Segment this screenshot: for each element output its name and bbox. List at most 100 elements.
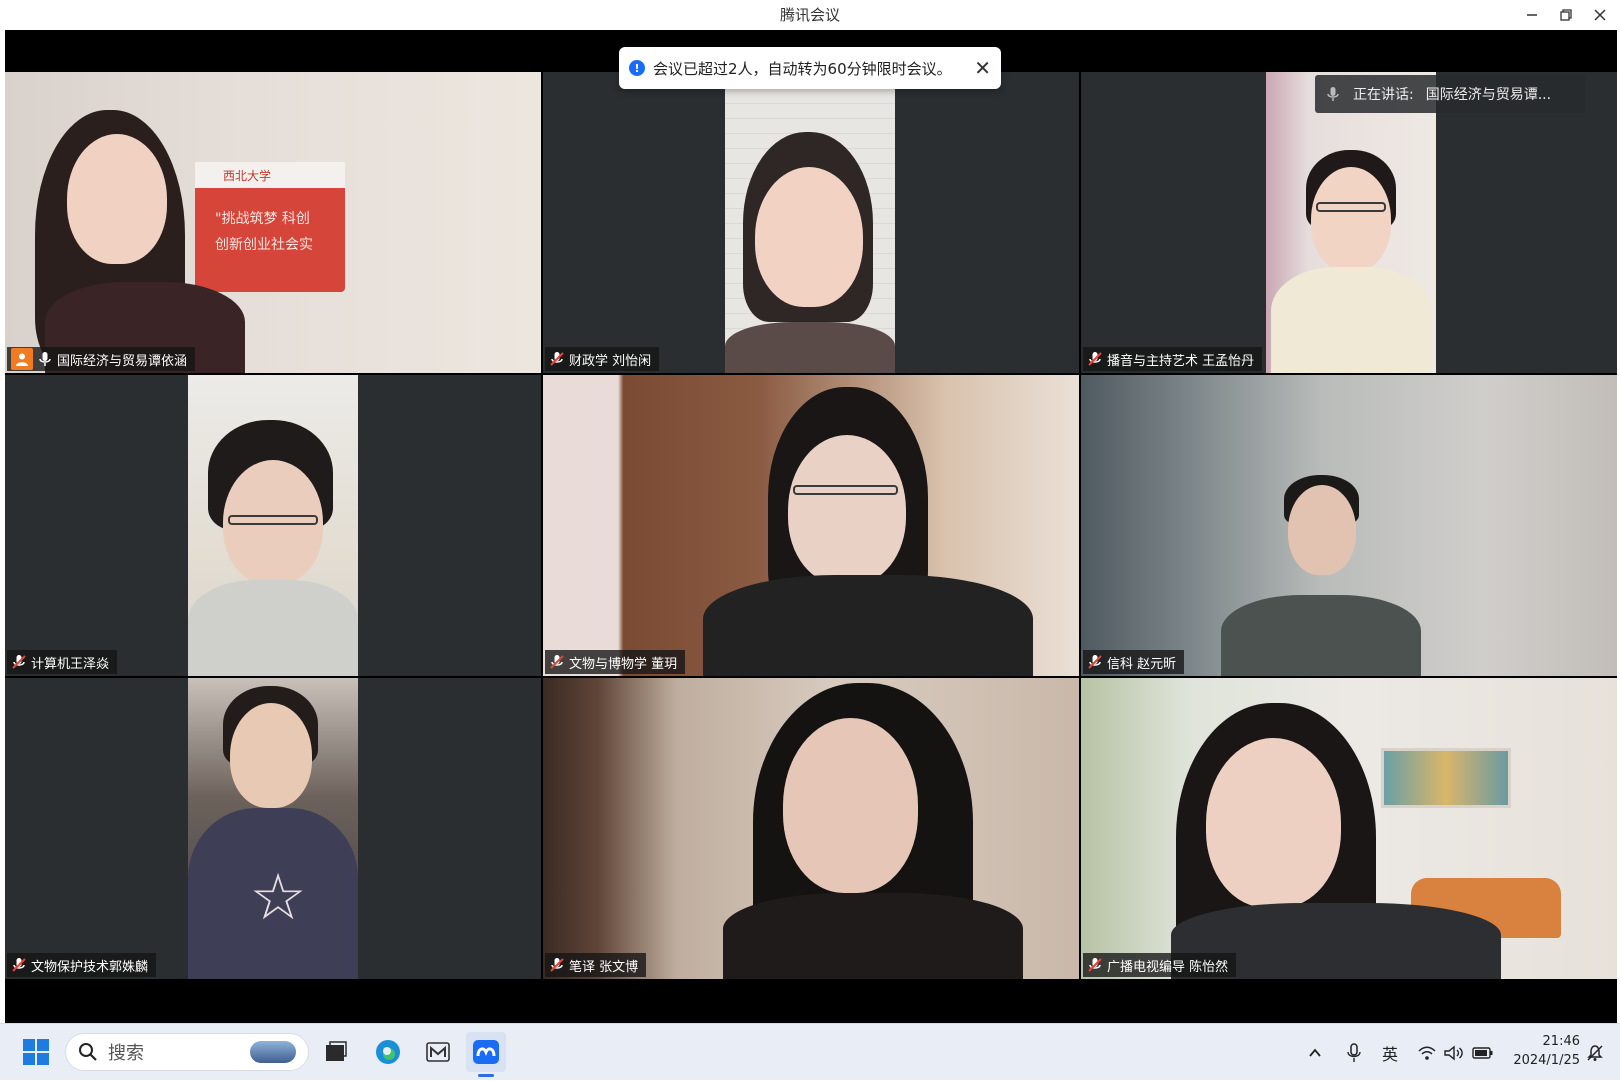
star-print-icon: ☆ <box>249 861 307 935</box>
participant-name: 计算机王泽焱 <box>31 656 110 672</box>
participant-video <box>1081 678 1617 979</box>
windows-taskbar: 搜索 英 21:46 2024/1/25 <box>0 1023 1620 1080</box>
minimize-button[interactable] <box>1515 2 1549 28</box>
search-icon <box>79 1043 97 1061</box>
meeting-limit-notification: ! 会议已超过2人，自动转为60分钟限时会议。 ✕ <box>619 47 1001 89</box>
face-shape <box>783 718 918 893</box>
banner-image: 西北大学 "挑战筑梦 科创 创新创业社会实 <box>195 162 345 292</box>
participant-name: 财政学 刘怡闲 <box>569 353 652 369</box>
video-tile-6[interactable]: 信科 赵元昕 <box>1081 375 1617 676</box>
wifi-icon <box>1418 1046 1436 1060</box>
mic-muted-icon <box>1087 654 1103 670</box>
info-icon: ! <box>629 60 645 76</box>
video-tile-4[interactable]: 计算机王泽焱 <box>5 375 541 676</box>
participant-name: 播音与主持艺术 王孟怡丹 <box>1107 353 1255 369</box>
video-tile-1[interactable]: 西北大学 "挑战筑梦 科创 创新创业社会实 国际经济与贸易谭依涵 <box>5 72 541 373</box>
participant-video <box>725 72 895 373</box>
participant-video <box>1266 72 1436 373</box>
speaking-name: 国际经济与贸易谭... <box>1425 87 1552 103</box>
window-title: 腾讯会议 <box>779 6 840 24</box>
battery-icon <box>1472 1046 1493 1059</box>
banner-school-text: 西北大学 <box>195 162 345 188</box>
participant-nametag: 播音与主持艺术 王孟怡丹 <box>1083 347 1263 371</box>
video-tile-9[interactable]: 广播电视编导 陈怡然 <box>1081 678 1617 979</box>
app-button-m[interactable] <box>418 1032 458 1072</box>
mic-muted-icon <box>11 654 27 670</box>
participant-name: 文物保护技术郭姝麟 <box>31 959 149 975</box>
body-shape <box>188 580 358 676</box>
notification-close-button[interactable]: ✕ <box>974 56 991 80</box>
search-highlight-icon <box>250 1041 296 1063</box>
tray-overflow-button[interactable] <box>1308 1024 1322 1081</box>
windows-logo-icon <box>23 1039 49 1065</box>
mic-muted-icon <box>11 957 27 973</box>
host-user-icon <box>11 348 33 370</box>
wall-art-image <box>1381 748 1511 808</box>
participant-video: ☆ <box>188 678 358 979</box>
mic-icon <box>1325 86 1341 102</box>
body-shape <box>1271 267 1431 373</box>
taskbar-search-box[interactable]: 搜索 <box>65 1033 309 1071</box>
face-shape <box>755 167 863 307</box>
tray-microphone-button[interactable] <box>1346 1024 1362 1081</box>
participant-video: 西北大学 "挑战筑梦 科创 创新创业社会实 <box>5 72 541 373</box>
restore-button[interactable] <box>1549 2 1583 28</box>
mic-muted-icon <box>1087 957 1103 973</box>
participant-nametag: 文物保护技术郭姝麟 <box>7 953 157 977</box>
glasses-shape <box>1316 202 1386 212</box>
video-tile-3[interactable]: 播音与主持艺术 王孟怡丹 <box>1081 72 1617 373</box>
close-icon <box>1594 9 1606 21</box>
participant-video <box>188 375 358 676</box>
participant-nametag: 财政学 刘怡闲 <box>545 347 660 371</box>
microphone-icon <box>1347 1042 1361 1062</box>
tencent-meeting-icon <box>473 1040 499 1064</box>
clock-time: 21:46 <box>1542 1034 1580 1049</box>
participant-video <box>1081 375 1617 676</box>
body-shape <box>1221 595 1421 676</box>
close-window-button[interactable] <box>1583 2 1617 28</box>
task-view-icon <box>326 1041 347 1061</box>
wifi-button[interactable] <box>1418 1024 1436 1081</box>
start-button[interactable] <box>16 1032 56 1072</box>
mic-muted-icon <box>549 957 565 973</box>
banner-text-1: "挑战筑梦 科创 <box>215 211 310 227</box>
battery-button[interactable] <box>1472 1024 1494 1081</box>
participant-nametag: 笔译 张文博 <box>545 953 647 977</box>
participant-nametag: 文物与博物学 董玥 <box>545 650 686 674</box>
mic-muted-icon <box>549 351 565 367</box>
notification-text: 会议已超过2人，自动转为60分钟限时会议。 <box>653 59 952 78</box>
meeting-video-grid: 西北大学 "挑战筑梦 科创 创新创业社会实 国际经济与贸易谭依涵 财政学 刘怡闲… <box>5 30 1617 1023</box>
edge-browser-button[interactable] <box>368 1032 408 1072</box>
face-shape <box>230 703 312 808</box>
video-tile-7[interactable]: ☆ 文物保护技术郭姝麟 <box>5 678 541 979</box>
video-tile-8[interactable]: 笔译 张文博 <box>543 678 1079 979</box>
m-app-icon <box>426 1042 450 1062</box>
taskbar-clock[interactable]: 21:46 2024/1/25 <box>1500 1032 1580 1070</box>
minimize-icon <box>1527 14 1537 16</box>
participant-nametag: 计算机王泽焱 <box>7 650 118 674</box>
restore-icon <box>1560 9 1572 21</box>
video-tile-5[interactable]: 文物与博物学 董玥 <box>543 375 1079 676</box>
participant-name: 广播电视编导 陈怡然 <box>1107 959 1229 975</box>
task-view-button[interactable] <box>316 1032 356 1072</box>
ime-indicator[interactable]: 英 <box>1382 1024 1398 1081</box>
window-titlebar: 腾讯会议 <box>0 0 1620 30</box>
face-shape <box>788 435 906 585</box>
face-shape <box>67 134 167 264</box>
active-app-indicator <box>478 1074 494 1077</box>
participant-video <box>543 375 1079 676</box>
volume-button[interactable] <box>1444 1024 1464 1081</box>
tencent-meeting-taskbar-button[interactable] <box>466 1032 506 1072</box>
participant-name: 国际经济与贸易谭依涵 <box>57 353 188 369</box>
banner-text-2: 创新创业社会实 <box>215 237 313 253</box>
clock-date: 2024/1/25 <box>1513 1053 1580 1068</box>
search-placeholder: 搜索 <box>108 1043 144 1064</box>
participant-nametag: 国际经济与贸易谭依涵 <box>7 347 196 371</box>
notification-center-button[interactable] <box>1586 1024 1604 1081</box>
video-tile-2[interactable]: 财政学 刘怡闲 <box>543 72 1079 373</box>
participant-name: 文物与博物学 董玥 <box>569 656 678 672</box>
edge-browser-icon <box>376 1040 400 1064</box>
participant-name: 笔译 张文博 <box>569 959 639 975</box>
glasses-shape <box>228 515 318 525</box>
face-shape <box>1206 738 1341 908</box>
